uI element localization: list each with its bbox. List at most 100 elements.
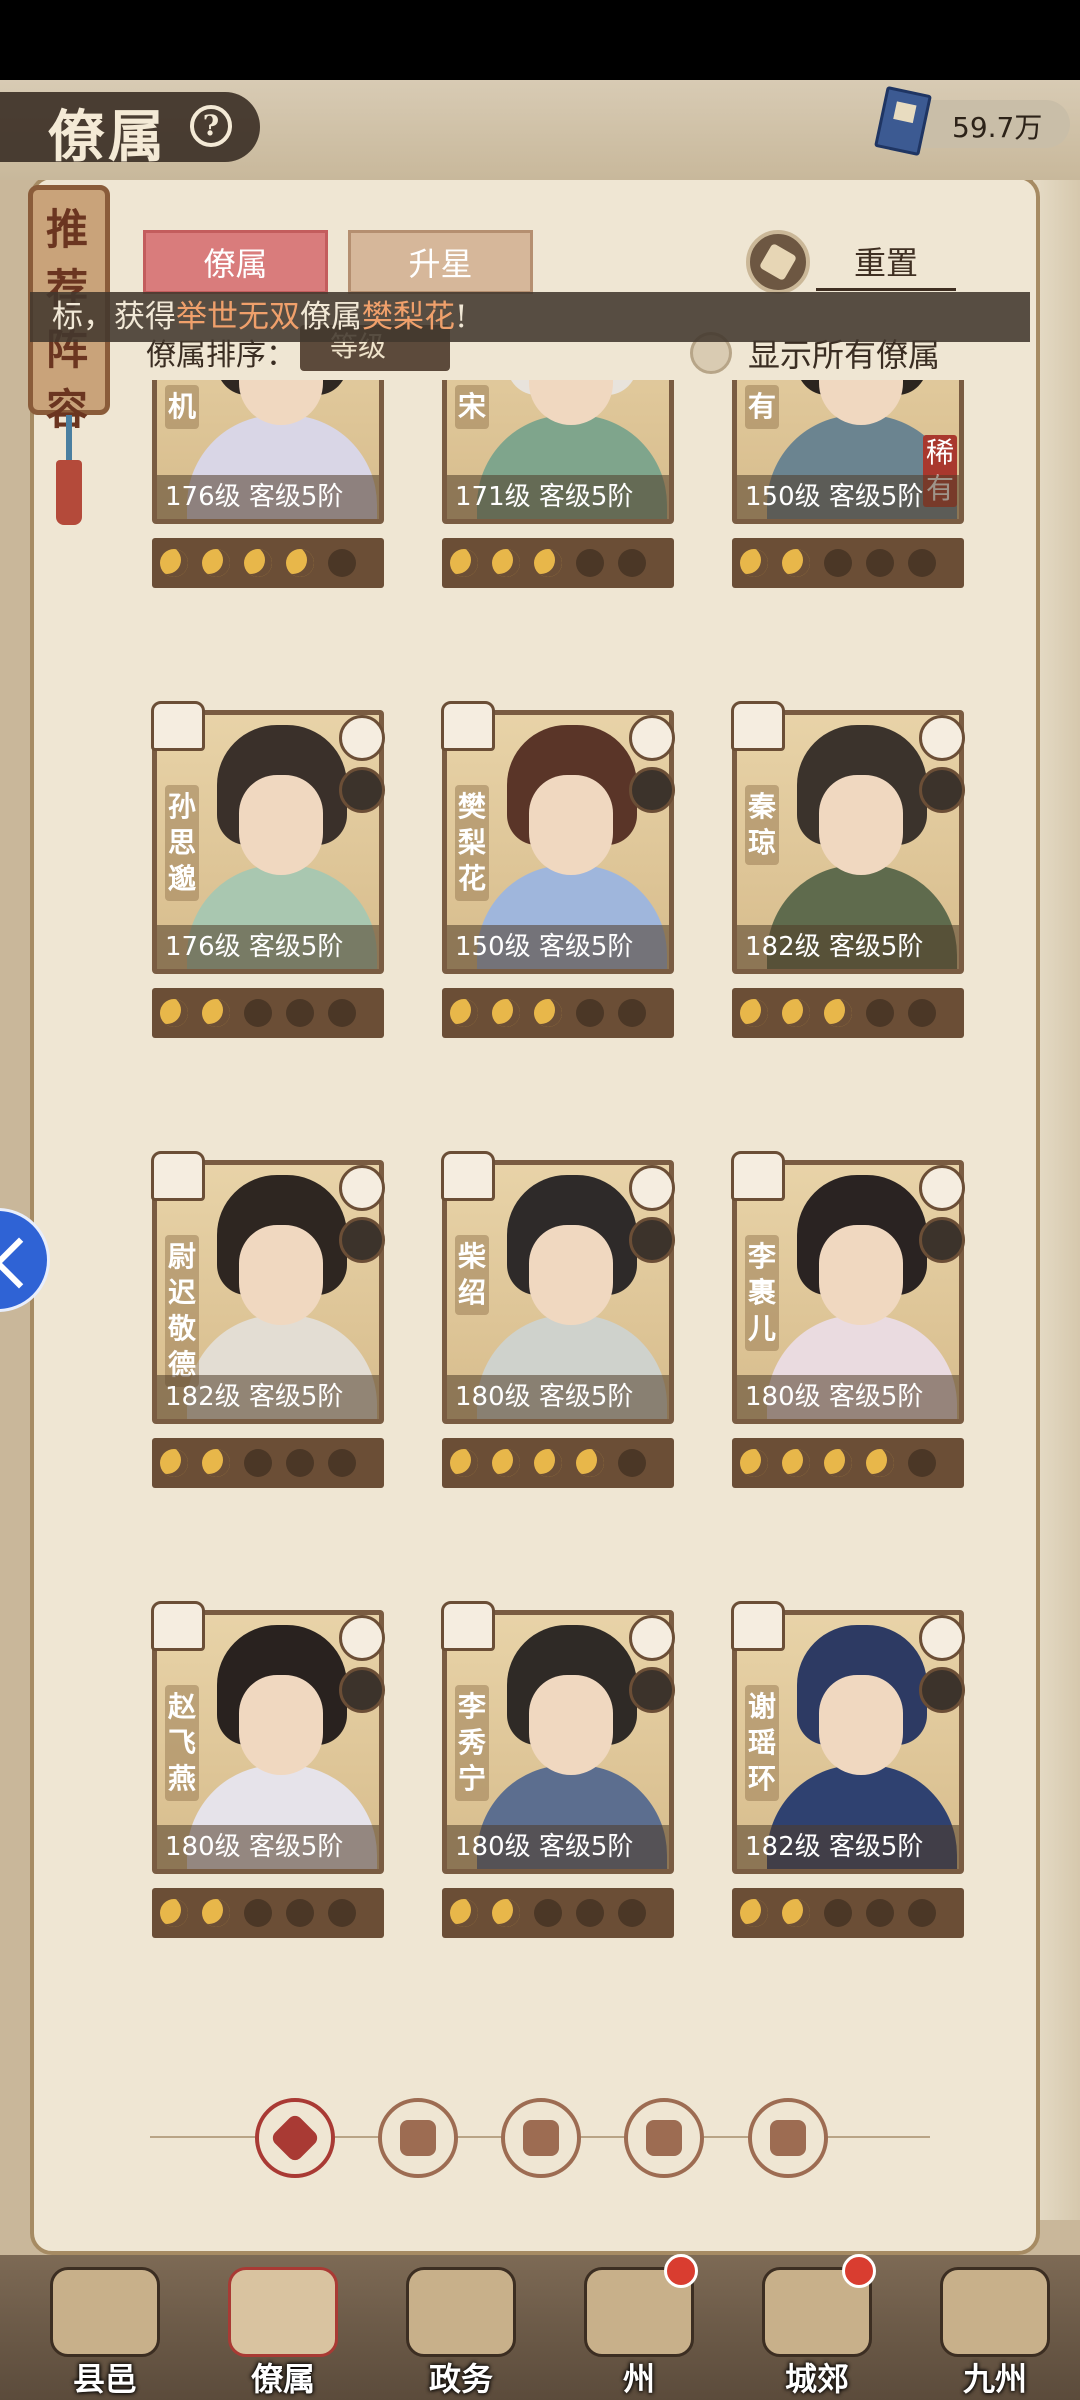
moon-star-empty-icon xyxy=(824,549,852,577)
level-rank-label: 182级 客级5阶 xyxy=(737,1825,959,1869)
faction-fan-icon[interactable] xyxy=(624,2098,704,2178)
moon-star-empty-icon xyxy=(286,1899,314,1927)
retainer-name: 秦琼 xyxy=(745,785,779,865)
moon-star-empty-icon xyxy=(286,999,314,1027)
nav-item-prefecture[interactable]: 州 xyxy=(564,2254,714,2398)
nav-item-map-scroll[interactable]: 九州 xyxy=(920,2262,1070,2398)
retainer-card[interactable]: 赵飞燕 180级 客级5阶 xyxy=(151,1601,385,1874)
tab-retainers[interactable]: 僚属 xyxy=(143,230,328,294)
star-row xyxy=(152,1438,384,1488)
tag-cord xyxy=(66,415,72,465)
retainer-card[interactable]: 孙思邈 176级 客级5阶 xyxy=(151,701,385,974)
moon-star-filled-icon xyxy=(450,999,478,1027)
moon-star-filled-icon xyxy=(824,1449,852,1477)
level-rank-label: 176级 客级5阶 xyxy=(157,475,379,519)
star-row xyxy=(152,538,384,588)
notification-dot xyxy=(842,2254,876,2288)
moon-star-empty-icon xyxy=(908,1899,936,1927)
companion-avatar xyxy=(629,767,675,813)
tag-tassel xyxy=(56,460,82,525)
moon-star-filled-icon xyxy=(740,1899,768,1927)
notify-highlight-name: 樊梨花 xyxy=(362,299,455,335)
filter-glyph xyxy=(400,2120,436,2156)
faction-icon xyxy=(441,1151,495,1201)
faction-lion-icon[interactable] xyxy=(748,2098,828,2178)
faction-beast-icon[interactable] xyxy=(501,2098,581,2178)
nav-item-suburb[interactable]: 城郊 xyxy=(742,2254,892,2398)
retainer-card[interactable]: 宋 171级 客级5阶 xyxy=(442,380,674,524)
retainer-card[interactable]: 谢瑶环 182级 客级5阶 xyxy=(731,1601,965,1874)
retainer-name: 李裹儿 xyxy=(745,1235,779,1351)
star-row xyxy=(152,988,384,1038)
class-icon xyxy=(919,1165,965,1211)
nav-label: 城郊 xyxy=(784,2360,849,2398)
portrait-face xyxy=(239,1225,323,1325)
moon-star-empty-icon xyxy=(618,999,646,1027)
retainer-name: 李秀宁 xyxy=(455,1685,489,1801)
level-rank-label: 180级 客级5阶 xyxy=(447,1825,669,1869)
moon-star-filled-icon xyxy=(202,1449,230,1477)
level-rank-label: 171级 客级5阶 xyxy=(447,475,669,519)
affairs-icon xyxy=(406,2267,516,2357)
companion-avatar xyxy=(339,1217,385,1263)
question-icon[interactable]: ? xyxy=(190,105,232,147)
retainer-card[interactable]: 尉迟敬德 182级 客级5阶 xyxy=(151,1151,385,1424)
companion-avatar xyxy=(919,767,965,813)
level-rank-label: 150级 客级5阶 xyxy=(447,925,669,969)
moon-star-filled-icon xyxy=(160,1899,188,1927)
nav-item-affairs[interactable]: 政务 xyxy=(386,2262,536,2398)
status-bar xyxy=(0,0,1080,80)
moon-star-empty-icon xyxy=(618,1449,646,1477)
moon-star-filled-icon xyxy=(492,549,520,577)
retainer-name: 尉迟敬德 xyxy=(165,1235,199,1387)
moon-star-filled-icon xyxy=(202,549,230,577)
moon-star-filled-icon xyxy=(782,1449,810,1477)
companion-avatar xyxy=(339,767,385,813)
portrait-face xyxy=(529,775,613,875)
tab-star-up[interactable]: 升星 xyxy=(348,230,533,294)
moon-star-filled-icon xyxy=(740,999,768,1027)
moon-star-filled-icon xyxy=(492,1899,520,1927)
portrait-face xyxy=(239,1675,323,1775)
retainer-name: 谢瑶环 xyxy=(745,1685,779,1801)
moon-star-empty-icon xyxy=(286,1449,314,1477)
moon-star-filled-icon xyxy=(450,1899,478,1927)
retainer-card[interactable]: 秦琼 182级 客级5阶 xyxy=(731,701,965,974)
moon-star-filled-icon xyxy=(782,999,810,1027)
all-diamond-icon[interactable] xyxy=(255,2098,335,2178)
retainer-card[interactable]: 李秀宁 180级 客级5阶 xyxy=(441,1601,675,1874)
companion-avatar xyxy=(919,1217,965,1263)
reset-button[interactable]: 重置 xyxy=(816,238,956,291)
retainer-card[interactable]: 李裹儿 180级 客级5阶 xyxy=(731,1151,965,1424)
star-row xyxy=(732,1888,964,1938)
moon-star-empty-icon xyxy=(908,999,936,1027)
refresh-icon[interactable] xyxy=(746,230,810,294)
retainer-card[interactable]: 机 176级 客级5阶 xyxy=(152,380,384,524)
moon-star-filled-icon xyxy=(782,549,810,577)
retainer-name: 樊梨花 xyxy=(455,785,489,901)
portrait-face xyxy=(529,1225,613,1325)
moon-star-filled-icon xyxy=(576,1449,604,1477)
nav-label: 县邑 xyxy=(72,2360,137,2398)
moon-star-empty-icon xyxy=(534,1899,562,1927)
companion-avatar xyxy=(629,1217,675,1263)
moon-star-empty-icon xyxy=(328,549,356,577)
retainer-card[interactable]: 有稀有150级 客级5阶 xyxy=(732,380,964,524)
nav-item-county[interactable]: 县邑 xyxy=(30,2262,180,2398)
moon-star-empty-icon xyxy=(618,549,646,577)
retainer-card[interactable]: 柴绍 180级 客级5阶 xyxy=(441,1151,675,1424)
nav-label: 僚属 xyxy=(250,2360,315,2398)
portrait-face xyxy=(819,1225,903,1325)
filter-glyph xyxy=(646,2120,682,2156)
nav-item-retainer[interactable]: 僚属 xyxy=(208,2262,358,2398)
moon-star-empty-icon xyxy=(824,1899,852,1927)
moon-star-filled-icon xyxy=(492,999,520,1027)
moon-star-filled-icon xyxy=(450,1449,478,1477)
retainer-card[interactable]: 樊梨花 150级 客级5阶 xyxy=(441,701,675,974)
retainer-name: 宋 xyxy=(455,385,489,429)
retainer-name: 有 xyxy=(745,385,779,429)
retainer-name: 机 xyxy=(165,385,199,429)
faction-icon xyxy=(441,1601,495,1651)
faction-bell-icon[interactable] xyxy=(378,2098,458,2178)
currency-value: 59.7万 xyxy=(952,111,1043,144)
